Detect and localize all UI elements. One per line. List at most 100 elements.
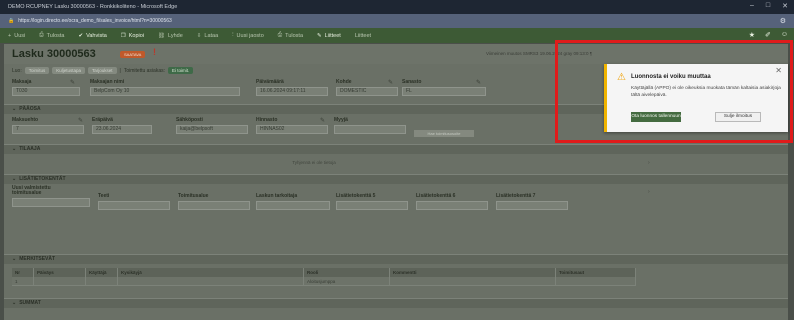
cell-user bbox=[86, 277, 118, 285]
cell-nr: 1 bbox=[12, 277, 34, 285]
close-window-button[interactable]: ✕ bbox=[782, 2, 788, 10]
toolbar-new[interactable]: + Uusi bbox=[8, 33, 25, 39]
extensions-icon[interactable]: ⚙ bbox=[780, 17, 786, 25]
extra-field-6-input[interactable] bbox=[416, 201, 488, 210]
pricelist-input[interactable]: HINNAS02 bbox=[256, 125, 328, 134]
payment-term-label: Maksuehto bbox=[12, 117, 39, 123]
toolbar-confirm-label: Vahvista bbox=[86, 32, 107, 39]
vocabulary-input[interactable]: FL bbox=[402, 87, 486, 96]
toolbar-load[interactable]: ⇩ Lataa bbox=[197, 33, 218, 39]
extra-field-1: Uusi valmistettu toimitusalue bbox=[12, 186, 90, 207]
edit-payer-icon[interactable]: ✎ bbox=[70, 79, 75, 86]
section-orderer[interactable]: ⌄ TILAAJA bbox=[4, 144, 788, 154]
extra-field-2-input[interactable] bbox=[98, 201, 170, 210]
extra-field-1-input[interactable] bbox=[12, 198, 90, 207]
payer-input[interactable]: T030 bbox=[12, 87, 80, 96]
extra-field-5-label: Lisätietokenttä 5 bbox=[336, 193, 376, 199]
payment-term-input[interactable]: 7 bbox=[12, 125, 84, 134]
payer-name-input[interactable]: BelpCom Oy 10 bbox=[90, 87, 240, 96]
split-icon: ⫶ bbox=[232, 32, 234, 38]
last-modified-text: Viimeinen muutos SMRS3 19.06.2024 gray 0… bbox=[486, 51, 593, 56]
section-notes[interactable]: ⌄ MERKITSEVÄT bbox=[4, 254, 788, 264]
col-user[interactable]: Käyttäjä bbox=[86, 268, 118, 277]
col-role[interactable]: Rooli bbox=[304, 268, 390, 277]
chevron-right-icon[interactable]: › bbox=[648, 189, 650, 195]
due-date-label: Eräpäivä bbox=[92, 117, 113, 123]
toolbar-print[interactable]: ⎙ Tulosta bbox=[39, 32, 64, 39]
page-title: Lasku 30000563 bbox=[12, 48, 96, 60]
section-totals[interactable]: ⌄ SUMMAT bbox=[4, 298, 788, 308]
col-date[interactable]: Päiväys bbox=[34, 268, 86, 277]
date-field: Päivämäärä 16.06.2024 09:17:11 bbox=[256, 79, 328, 96]
url-text[interactable]: https://login.directo.ee/ocra_demo_fi/sa… bbox=[18, 18, 172, 24]
maximize-button[interactable]: □ bbox=[766, 2, 770, 10]
toolbar-source[interactable]: ⛓ Lyhde bbox=[158, 33, 183, 39]
toolbar-copy-label: Kopioi bbox=[128, 32, 145, 39]
edit-payment-term-icon[interactable]: ✎ bbox=[78, 117, 83, 124]
col-delivery[interactable]: Toimitusaut bbox=[556, 268, 636, 277]
extra-field-5-input[interactable] bbox=[336, 201, 408, 210]
col-comment[interactable]: Kommentti bbox=[390, 268, 556, 277]
due-date-input[interactable]: 23.06.2024 bbox=[92, 125, 152, 134]
pricelist-label: Hinnasto bbox=[256, 117, 278, 123]
pin-icon[interactable]: ✐ bbox=[765, 31, 771, 39]
toolbar-confirm[interactable]: ✔ Vahvista bbox=[78, 33, 106, 39]
address-bar[interactable]: 🔒 https://login.directo.ee/ocra_demo_fi/… bbox=[0, 14, 794, 28]
seller-label: Myyjä bbox=[334, 117, 348, 123]
payment-term-field: Maksuehto 7 bbox=[12, 117, 84, 134]
tag-offers[interactable]: Tarjoukset bbox=[88, 67, 117, 74]
col-nr[interactable]: Nr bbox=[12, 268, 34, 277]
email-input[interactable]: kaija@belpsoft bbox=[176, 125, 248, 134]
download-icon: ⇩ bbox=[196, 32, 202, 39]
section-totals-label: SUMMAT bbox=[19, 300, 41, 306]
toolbar-attachments[interactable]: ✎ Liitteet bbox=[317, 33, 341, 39]
check-icon: ✔ bbox=[78, 32, 84, 39]
payer-name-label: Maksajan nimi bbox=[90, 79, 125, 85]
toolbar-print-2[interactable]: ⎙ Tulosta bbox=[278, 32, 303, 39]
chevron-right-icon[interactable]: › bbox=[648, 160, 650, 166]
target-input[interactable]: DOMESTIC bbox=[336, 87, 398, 96]
close-notice-button[interactable]: Sulje ilmoitus bbox=[715, 112, 761, 122]
dialog-message: Käyttäjällä (APPO) ei ole oikeuksia muok… bbox=[631, 86, 781, 98]
extra-field-6-label: Lisätietokenttä 6 bbox=[416, 193, 456, 199]
app-toolbar: + Uusi ⎙ Tulosta ✔ Vahvista ❐ Kopioi ⛓ Lyhde … bbox=[0, 28, 794, 43]
toolbar-split[interactable]: ⫶ Uusi jaosto bbox=[232, 32, 264, 39]
edit-target-icon[interactable]: ✎ bbox=[388, 79, 393, 86]
toolbar-copy[interactable]: ❐ Kopioi bbox=[121, 33, 144, 39]
edit-pricelist-icon[interactable]: ✎ bbox=[320, 117, 325, 124]
extra-field-3: Toimitusalue bbox=[178, 193, 250, 210]
section-notes-label: MERKITSEVÄT bbox=[19, 256, 56, 262]
orderer-empty-text: Tyhjennä ei ole tietoja bbox=[292, 160, 336, 165]
attach-icon: ✎ bbox=[317, 32, 322, 39]
fetch-address-button[interactable]: Hae toimitusosoite bbox=[414, 130, 474, 137]
warning-dialog: ⚠ Luonnosta ei voiku muuttaa ✕ Käyttäjäl… bbox=[604, 64, 788, 132]
edit-vocabulary-icon[interactable]: ✎ bbox=[476, 79, 481, 86]
minimize-button[interactable]: – bbox=[750, 2, 754, 10]
toolbar-links[interactable]: Liitteet bbox=[355, 33, 371, 39]
tag-delivery[interactable]: Toimitus bbox=[24, 67, 50, 74]
table-row[interactable]: 1 Aloitusjumppa bbox=[12, 277, 636, 286]
toolbar-print-2-label: Tulosta bbox=[285, 32, 304, 39]
extra-field-3-input[interactable] bbox=[178, 201, 250, 210]
extra-field-4-input[interactable] bbox=[256, 201, 330, 210]
star-icon[interactable]: ★ bbox=[749, 31, 755, 39]
close-icon[interactable]: ✕ bbox=[775, 66, 782, 75]
col-asker[interactable]: Kysikäyjä bbox=[118, 268, 304, 277]
take-draft-button[interactable]: Ota luonnos tallennuun bbox=[631, 112, 681, 122]
tag-shipping[interactable]: Kuljetustapa bbox=[52, 67, 86, 74]
link-icon: ⛓ bbox=[158, 32, 165, 39]
chevron-down-icon: ⌄ bbox=[12, 256, 17, 262]
section-orderer-label: TILAAJA bbox=[19, 146, 41, 152]
print-icon: ⎙ bbox=[277, 32, 283, 38]
cell-role: Aloitusjumppa bbox=[304, 277, 390, 285]
user-icon[interactable]: ☺ bbox=[781, 31, 788, 39]
extra-field-7-input[interactable] bbox=[496, 201, 568, 210]
due-date-field: Eräpäivä 23.06.2024 bbox=[92, 117, 152, 134]
extra-field-5: Lisätietokenttä 5 bbox=[336, 193, 408, 210]
tags-prefix: Luo: bbox=[12, 67, 22, 74]
date-input[interactable]: 16.06.2024 09:17:11 bbox=[256, 87, 328, 96]
extra-field-6: Lisätietokenttä 6 bbox=[416, 193, 488, 210]
delivered-badge[interactable]: Ei toimit. bbox=[168, 67, 194, 74]
seller-input[interactable] bbox=[334, 125, 406, 134]
section-extra-fields[interactable]: ⌄ LISÄTIETOKENTÄT bbox=[4, 174, 788, 184]
